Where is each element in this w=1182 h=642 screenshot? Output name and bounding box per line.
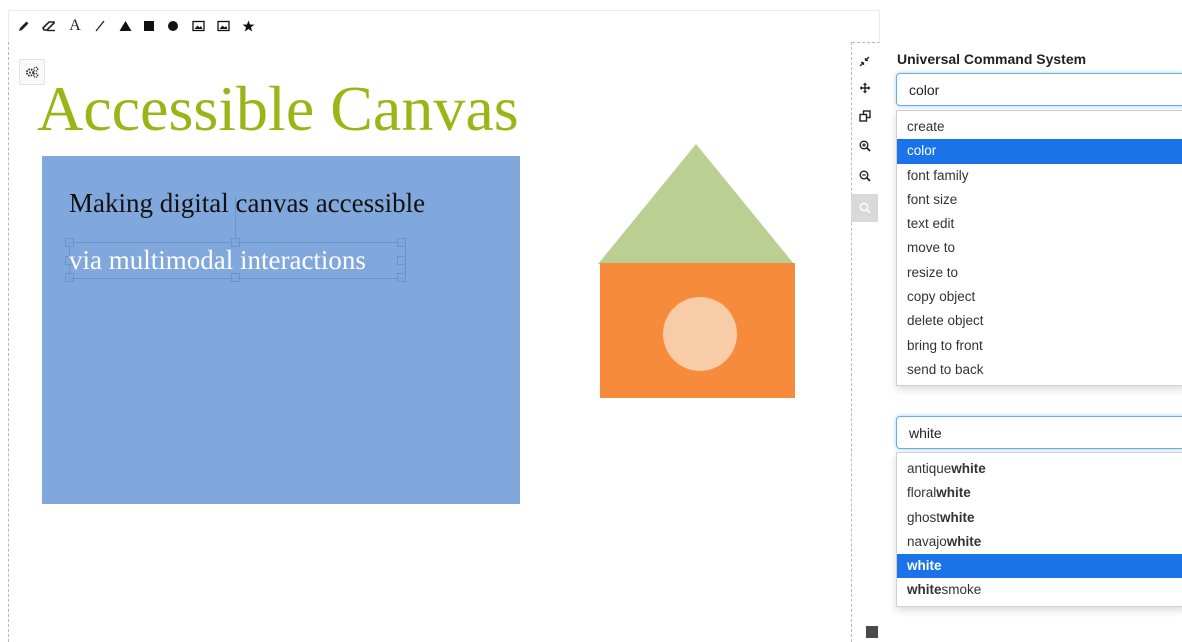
- zoom-out-icon[interactable]: [851, 163, 878, 189]
- drawing-toolbar: A: [8, 10, 880, 43]
- option-suffix: smoke: [941, 582, 982, 598]
- house-window-circle[interactable]: [663, 297, 737, 371]
- color-option[interactable]: white: [897, 554, 1182, 579]
- square-icon[interactable]: [140, 17, 158, 35]
- option-prefix: floral: [907, 485, 937, 501]
- command-option[interactable]: send to back: [897, 358, 1182, 382]
- triangle-icon[interactable]: [116, 17, 134, 35]
- color-option[interactable]: whitesmoke: [897, 578, 1182, 602]
- value-dropdown: antiquewhite floralwhite ghostwhite navajow…: [896, 452, 1182, 607]
- color-option[interactable]: antiquewhite: [897, 457, 1182, 481]
- canvas-title[interactable]: Accessible Canvas: [37, 72, 519, 146]
- option-match: white: [946, 533, 982, 549]
- canvas-text-heading[interactable]: Making digital canvas accessible: [69, 186, 425, 220]
- text-tool-icon[interactable]: A: [66, 17, 84, 35]
- line-icon[interactable]: [91, 17, 109, 35]
- color-option[interactable]: floralwhite: [897, 481, 1182, 505]
- canvas-side-toolbar: [851, 42, 878, 638]
- pencil-icon[interactable]: [15, 17, 33, 35]
- color-option[interactable]: navajowhite: [897, 530, 1182, 554]
- command-input[interactable]: [896, 73, 1182, 106]
- command-option[interactable]: copy object: [897, 285, 1182, 309]
- option-prefix: navajo: [907, 533, 947, 549]
- option-match: white: [907, 582, 942, 598]
- option-match: white: [951, 461, 986, 476]
- drawing-canvas[interactable]: Accessible Canvas Making digital canvas …: [8, 42, 852, 642]
- command-option[interactable]: color: [897, 139, 1182, 164]
- image-icon[interactable]: [189, 17, 207, 35]
- command-option[interactable]: bring to front: [897, 334, 1182, 358]
- canvas-text-selected[interactable]: via multimodal interactions: [69, 243, 366, 277]
- command-option[interactable]: resize to: [897, 261, 1182, 285]
- command-option[interactable]: delete object: [897, 309, 1182, 333]
- value-input[interactable]: [896, 416, 1182, 449]
- resize-handle[interactable]: [397, 273, 406, 282]
- search-icon[interactable]: [851, 194, 878, 222]
- house-body-rectangle[interactable]: [600, 263, 795, 398]
- option-prefix: antique: [907, 461, 952, 476]
- command-option[interactable]: font family: [897, 164, 1182, 188]
- command-option[interactable]: create: [897, 115, 1182, 139]
- command-panel: Universal Command System createcolorfont…: [896, 0, 1182, 638]
- command-option[interactable]: text edit: [897, 212, 1182, 236]
- circle-icon[interactable]: [164, 17, 182, 35]
- eraser-icon[interactable]: [40, 17, 58, 35]
- command-dropdown: create color font family font size text edit…: [896, 110, 1182, 386]
- resize-handle[interactable]: [397, 256, 406, 265]
- color-option[interactable]: ghostwhite: [897, 506, 1182, 530]
- text-tool-label: A: [69, 17, 81, 34]
- copy-icon[interactable]: [851, 103, 878, 129]
- option-match: white: [907, 558, 942, 574]
- text-rectangle[interactable]: Making digital canvas accessible via mul…: [42, 156, 520, 504]
- image-icon[interactable]: [214, 17, 232, 35]
- star-icon[interactable]: [239, 17, 257, 35]
- option-match: white: [940, 509, 975, 525]
- command-option[interactable]: move to: [897, 236, 1182, 260]
- zoom-in-icon[interactable]: [851, 133, 878, 159]
- scrollbar-thumb[interactable]: [866, 626, 878, 638]
- house-roof-triangle[interactable]: [598, 144, 794, 264]
- rotation-handle-line: [235, 196, 236, 242]
- option-match: white: [936, 485, 971, 501]
- command-option[interactable]: font size: [897, 188, 1182, 212]
- resize-handle[interactable]: [397, 238, 406, 247]
- collapse-icon[interactable]: [851, 48, 878, 74]
- panel-title: Universal Command System: [897, 51, 1087, 67]
- move-icon[interactable]: [851, 75, 878, 101]
- option-prefix: ghost: [907, 509, 941, 525]
